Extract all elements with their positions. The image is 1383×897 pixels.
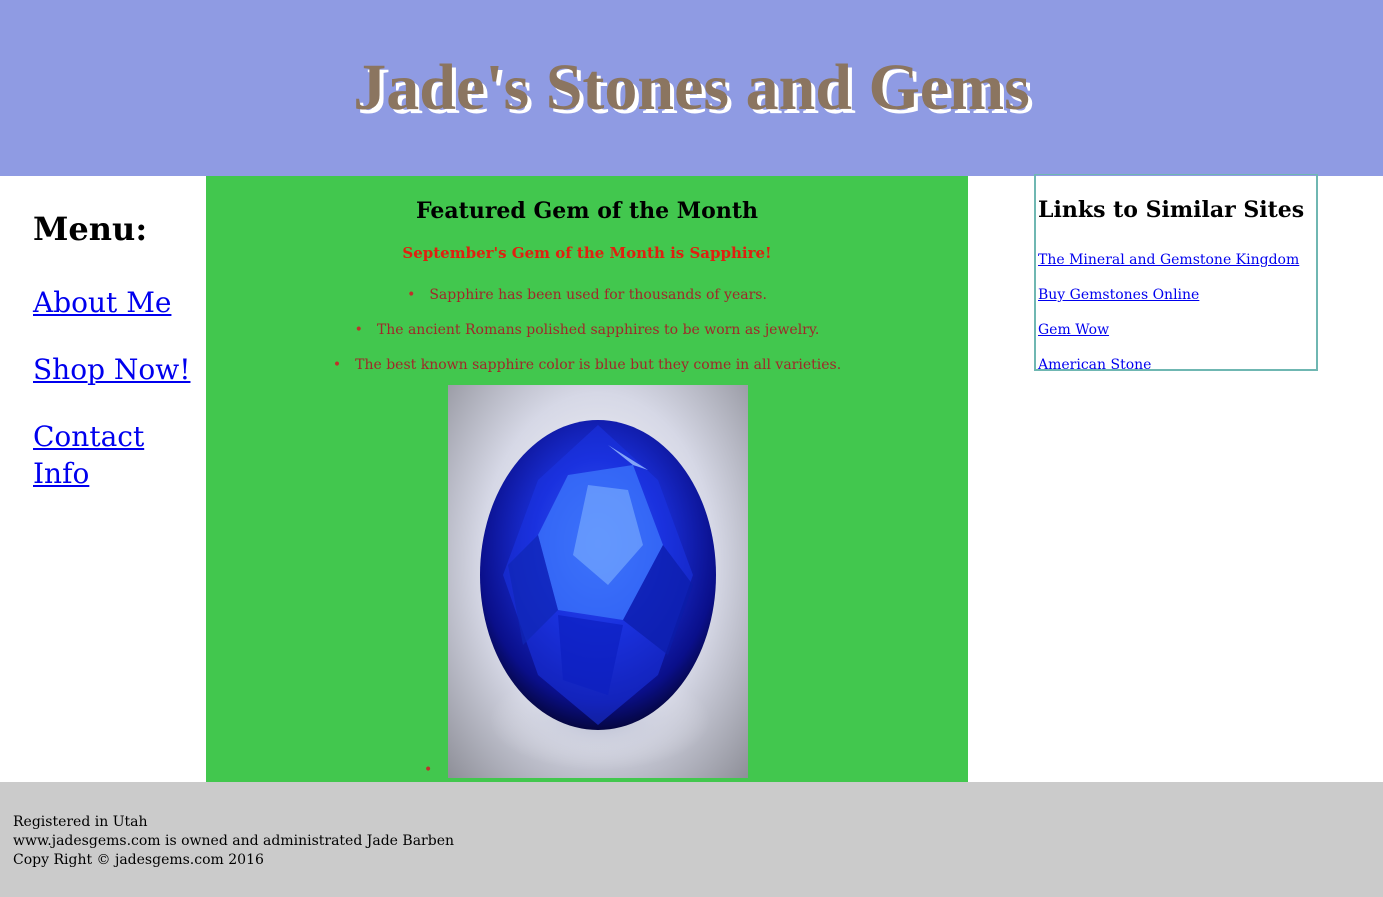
similar-sites-panel: Links to Similar Sites The Mineral and G… <box>1034 174 1318 371</box>
list-item: • Sapphire has been used for thousands of… <box>407 287 767 303</box>
list-item: • The ancient Romans polished sapphires t… <box>354 322 820 338</box>
list-item: • The best known sapphire color is blue b… <box>332 357 842 373</box>
site-footer: Registered in Utah www.jadesgems.com is … <box>0 782 1383 897</box>
footer-registration: Registered in Utah <box>13 814 148 830</box>
similar-sites-list: The Mineral and Gemstone Kingdom Buy Gem… <box>1038 243 1299 369</box>
list-bullet: • <box>424 762 433 778</box>
footer-text: Registered in Utah www.jadesgems.com is … <box>13 813 454 870</box>
footer-copyright: Copy Right © jadesgems.com 2016 <box>13 852 264 868</box>
menu-heading: Menu: <box>33 210 148 248</box>
site-header: Jade's Stones and Gems <box>0 0 1383 176</box>
featured-gem-section: Featured Gem of the Month September's Ge… <box>206 176 968 782</box>
site-title: Jade's Stones and Gems <box>353 51 1030 124</box>
menu-link-about-me[interactable]: About Me <box>33 284 198 321</box>
sidebar-menu: Menu: About Me Shop Now! Contact Info <box>33 210 198 522</box>
featured-gem-heading: Featured Gem of the Month <box>416 198 758 224</box>
similar-sites-heading: Links to Similar Sites <box>1038 197 1305 223</box>
menu-link-contact-info[interactable]: Contact Info <box>33 418 198 492</box>
gem-of-month-intro: September's Gem of the Month is Sapphire… <box>402 244 772 262</box>
sapphire-gem-image <box>448 385 748 778</box>
menu-link-shop-now[interactable]: Shop Now! <box>33 351 198 388</box>
link-buy-gemstones-online[interactable]: Buy Gemstones Online <box>1038 278 1299 313</box>
link-mineral-gemstone-kingdom[interactable]: The Mineral and Gemstone Kingdom <box>1038 243 1299 278</box>
link-gem-wow[interactable]: Gem Wow <box>1038 313 1299 348</box>
footer-ownership: www.jadesgems.com is owned and administr… <box>13 833 454 849</box>
gem-facts-list: • Sapphire has been used for thousands of… <box>206 278 968 383</box>
link-american-stone[interactable]: American Stone <box>1038 348 1299 369</box>
